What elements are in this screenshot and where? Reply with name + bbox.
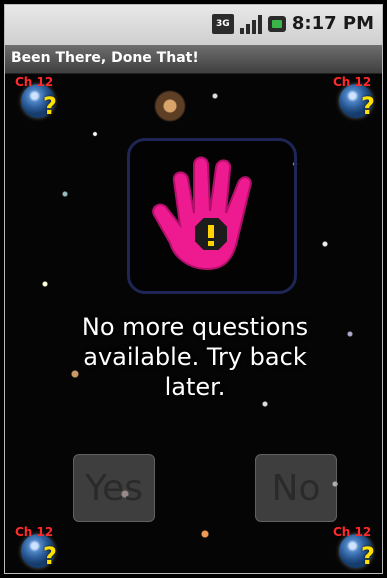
hand-warning-icon xyxy=(152,156,252,271)
badge-label: Ch 12 xyxy=(333,525,372,539)
question-icon: ? xyxy=(43,542,57,570)
status-time: 8:17 PM xyxy=(291,13,374,34)
app-title-bar: Been There, Done That! xyxy=(5,45,382,74)
no-questions-message: No more questions available. Try back la… xyxy=(35,312,355,402)
yes-button[interactable]: Yes xyxy=(73,454,155,522)
signal-strength-icon xyxy=(239,14,262,34)
no-button[interactable]: No xyxy=(255,454,337,522)
status-bar: 3G 8:17 PM xyxy=(5,5,382,45)
question-icon: ? xyxy=(43,92,57,120)
badge-bottom-right[interactable]: ? Ch 12 xyxy=(333,525,379,570)
message-line: No more questions xyxy=(81,313,309,341)
app-title: Been There, Done That! xyxy=(11,50,199,66)
badge-label: Ch 12 xyxy=(15,525,54,539)
badge-label: Ch 12 xyxy=(333,75,372,89)
badge-bottom-left[interactable]: ? Ch 12 xyxy=(15,525,61,570)
question-icon: ? xyxy=(361,92,375,120)
badge-label: Ch 12 xyxy=(15,75,54,89)
phone-screen: 3G 8:17 PM Been There, Done That! ? Ch 1… xyxy=(4,4,383,574)
message-line: later. xyxy=(164,373,226,401)
warning-card xyxy=(127,138,297,294)
network-3g-icon: 3G xyxy=(211,13,234,34)
badge-top-left[interactable]: ? Ch 12 xyxy=(15,75,61,120)
message-line: available. Try back xyxy=(83,343,307,371)
battery-icon xyxy=(267,15,286,32)
question-icon: ? xyxy=(361,542,375,570)
badge-top-right[interactable]: ? Ch 12 xyxy=(333,75,379,120)
status-icons: 3G 8:17 PM xyxy=(211,13,374,34)
space-background: ? Ch 12 ? Ch 12 ? Ch 12 ? Ch 12 No more … xyxy=(5,74,382,573)
